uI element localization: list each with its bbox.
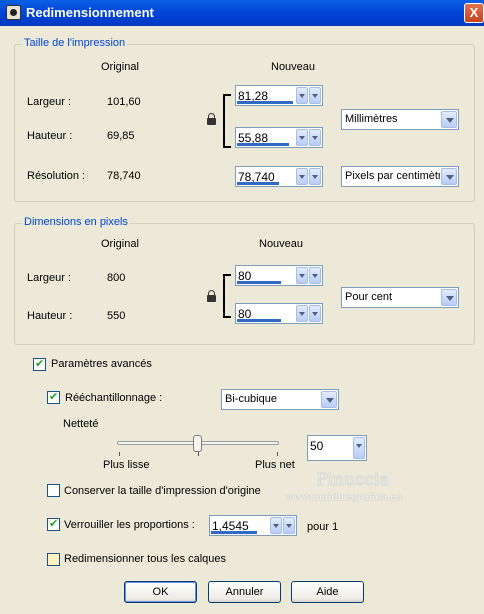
resolution-units-value: Pixels par centimètre [345, 170, 440, 182]
sharpness-spin-icon[interactable] [353, 437, 365, 459]
sharpness-spinbox[interactable]: 50 [307, 435, 367, 461]
advanced-checkbox[interactable] [33, 357, 46, 371]
slider-tick [198, 452, 199, 456]
print-col-new: Nouveau [271, 61, 316, 73]
ratio-spin-icon[interactable] [283, 517, 295, 534]
slider-max-label: Plus net [255, 459, 295, 471]
resize-all-layers-label[interactable]: Redimensionner tous les calques [64, 553, 226, 565]
resample-checkbox[interactable] [47, 390, 60, 404]
pixel-width-label: Largeur : [27, 272, 72, 284]
chevron-down-icon[interactable] [321, 391, 337, 408]
pixel-height-spin-icon[interactable] [309, 305, 321, 322]
print-size-group-title: Taille de l'impression [22, 37, 128, 49]
slider-tick [119, 452, 120, 456]
keep-print-size-label[interactable]: Conserver la taille d'impression d'origi… [64, 485, 261, 497]
print-col-original: Original [101, 61, 139, 73]
print-height-progress [237, 143, 289, 146]
ratio-spinbox[interactable]: 1,4545 [209, 515, 297, 536]
resolution-units-select[interactable]: Pixels par centimètre [341, 166, 459, 187]
dialog-body: Taille de l'impression Original Nouveau … [0, 26, 484, 614]
chevron-down-icon[interactable] [441, 289, 457, 306]
resample-method-select[interactable]: Bi-cubique [221, 389, 339, 410]
print-height-spin-icon[interactable] [309, 129, 321, 146]
ratio-suffix: pour 1 [307, 521, 339, 533]
ratio-progress [211, 531, 257, 534]
print-height-original: 69,85 [107, 130, 135, 142]
watermark-line1: Pinuccia [316, 470, 390, 490]
pixel-dims-group: Dimensions en pixels Original Nouveau La… [14, 216, 475, 345]
print-units-value: Millimètres [345, 113, 398, 125]
pixel-height-original: 550 [107, 310, 126, 322]
print-height-spinbox[interactable]: 55,88 [235, 127, 323, 148]
pixel-col-new: Nouveau [259, 238, 304, 250]
print-width-progress [237, 101, 293, 104]
sharpness-value: 50 [310, 439, 324, 453]
resolution-spin-icon[interactable] [309, 168, 321, 185]
resize-all-layers-checkbox[interactable] [47, 553, 60, 566]
ok-button[interactable]: OK [124, 581, 197, 603]
pixel-width-spin-icon[interactable] [309, 267, 321, 284]
lock-ratio-label[interactable]: Verrouiller les proportions : [64, 519, 195, 531]
ratio-preset-icon[interactable] [270, 517, 282, 534]
watermark-line2: www.maidiregrafica.eu [285, 492, 403, 503]
print-width-label: Largeur : [27, 96, 72, 108]
slider-tick [277, 452, 278, 456]
pixel-height-spinbox[interactable]: 80 [235, 303, 323, 324]
slider-min-label: Plus lisse [103, 459, 150, 471]
advanced-label[interactable]: Paramètres avancés [51, 358, 152, 370]
print-bracket [223, 94, 231, 148]
pixel-units-value: Pour cent [345, 291, 393, 303]
keep-print-size-checkbox[interactable] [47, 484, 60, 497]
pixel-units-select[interactable]: Pour cent [341, 287, 459, 308]
pixel-col-original: Original [101, 238, 139, 250]
resolution-spinbox[interactable]: 78,740 [235, 166, 323, 187]
pixel-width-progress [237, 281, 281, 284]
cancel-button[interactable]: Annuler [208, 581, 281, 603]
print-units-select[interactable]: Millimètres [341, 109, 459, 130]
help-button[interactable]: Aide [291, 581, 364, 603]
print-width-preset-icon[interactable] [296, 87, 308, 104]
print-height-label: Hauteur : [27, 130, 73, 142]
app-icon [6, 5, 21, 20]
pixel-height-preset-icon[interactable] [296, 305, 308, 322]
resolution-original: 78,740 [107, 170, 141, 182]
resample-method-value: Bi-cubique [225, 393, 277, 405]
title-bar[interactable]: Redimensionnement X [0, 0, 484, 26]
sharpness-label: Netteté [63, 418, 99, 430]
pixel-width-spinbox[interactable]: 80 [235, 265, 323, 286]
pixel-width-preset-icon[interactable] [296, 267, 308, 284]
resolution-progress [237, 182, 279, 185]
pixel-lock-icon[interactable] [207, 290, 216, 302]
window-title: Redimensionnement [26, 5, 154, 20]
print-width-original: 101,60 [107, 96, 141, 108]
print-lock-icon[interactable] [207, 113, 216, 125]
print-size-group: Taille de l'impression Original Nouveau … [14, 37, 475, 202]
resolution-label: Résolution : [27, 170, 86, 182]
close-button[interactable]: X [464, 3, 484, 23]
pixel-bracket [223, 274, 231, 318]
pixel-width-original: 800 [107, 272, 126, 284]
print-width-spinbox[interactable]: 81,28 [235, 85, 323, 106]
chevron-down-icon[interactable] [441, 168, 457, 185]
sharpness-slider-thumb[interactable] [193, 435, 202, 452]
print-width-spin-icon[interactable] [309, 87, 321, 104]
lock-ratio-checkbox[interactable] [47, 517, 60, 531]
resample-label[interactable]: Rééchantillonnage : [65, 392, 162, 404]
pixel-height-label: Hauteur : [27, 310, 73, 322]
resolution-preset-icon[interactable] [296, 168, 308, 185]
print-height-preset-icon[interactable] [296, 129, 308, 146]
chevron-down-icon[interactable] [441, 111, 457, 128]
pixel-height-progress [237, 319, 281, 322]
pixel-dims-group-title: Dimensions en pixels [22, 216, 130, 228]
